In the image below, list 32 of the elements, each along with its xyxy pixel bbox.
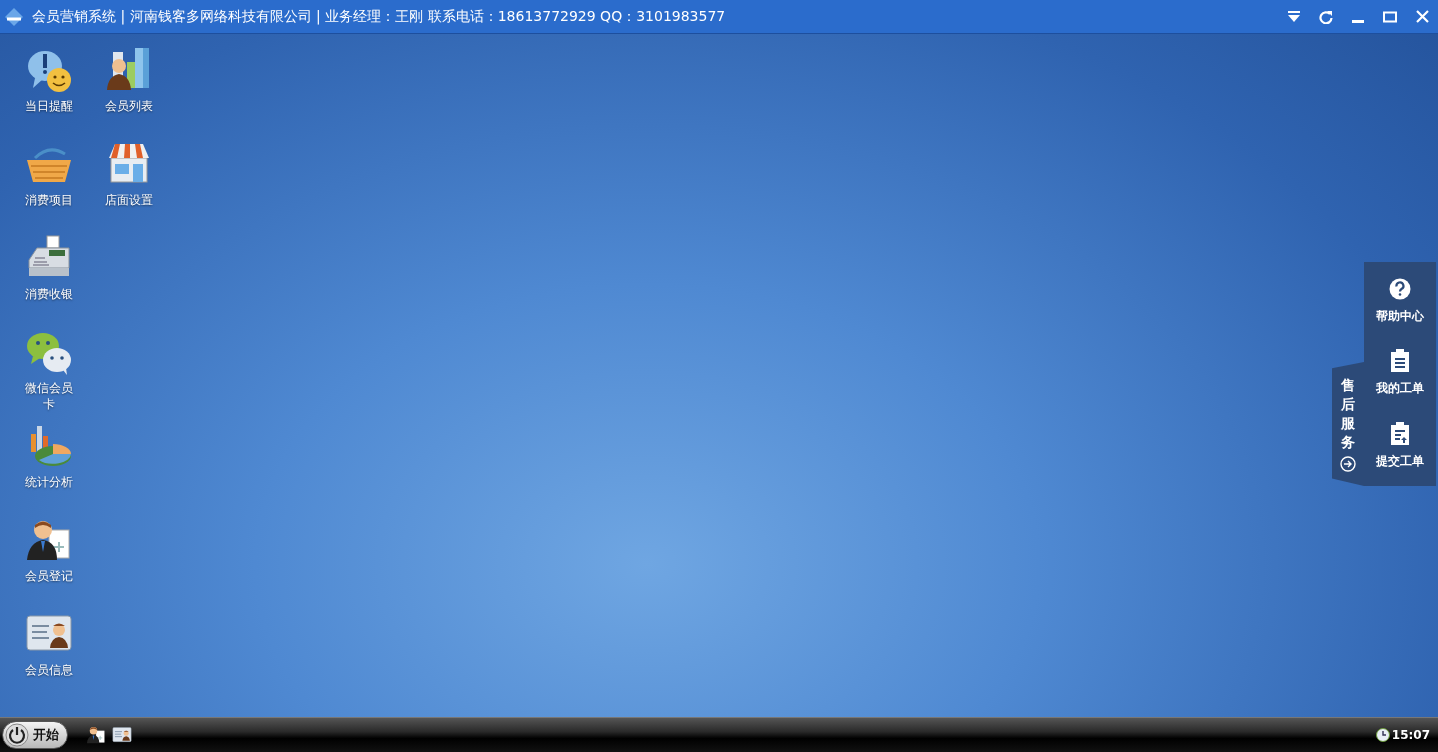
window-title: 会员营销系统 | 河南钱客多网络科技有限公司 | 业务经理：王刚 联系电话：18613772929 QQ：3101983577 xyxy=(32,7,727,26)
service-item[interactable]: 我的工单 xyxy=(1364,348,1436,398)
service-item[interactable]: 提交工单 xyxy=(1364,421,1436,471)
taskbar-app-button[interactable] xyxy=(86,725,106,745)
desktop-shortcut[interactable]: 消费项目 xyxy=(10,138,88,232)
desktop-shortcut[interactable]: 会员信息 xyxy=(10,608,88,702)
arrow-circle-icon xyxy=(1340,455,1356,472)
person-clipboard-icon xyxy=(86,725,106,745)
minimize-icon xyxy=(1352,19,1364,23)
desktop-shortcut[interactable]: 消费收银 xyxy=(10,232,88,326)
clipboard-icon xyxy=(1391,348,1409,373)
desktop-shortcut[interactable]: 微信会员卡 xyxy=(10,326,88,420)
refresh-icon xyxy=(1319,9,1333,24)
clock-icon xyxy=(1375,728,1390,742)
power-icon xyxy=(5,723,29,747)
clock-time: 15:07 xyxy=(1391,728,1430,742)
desktop-shortcut[interactable]: 当日提醒 xyxy=(10,44,88,138)
taskbar-app-button[interactable] xyxy=(112,725,132,745)
desktop-shortcut[interactable]: 会员列表 xyxy=(90,44,168,138)
id-card-icon xyxy=(112,725,132,745)
desktop-shortcut[interactable]: 店面设置 xyxy=(90,138,168,232)
caret-icon xyxy=(1287,9,1301,24)
after-sales-tab[interactable]: 售后服务 xyxy=(1332,362,1364,486)
start-button[interactable]: 开始 xyxy=(2,721,68,749)
service-item[interactable]: 帮助中心 xyxy=(1364,277,1436,325)
desktop-shortcut[interactable]: 统计分析 xyxy=(10,420,88,514)
diamond-logo-icon xyxy=(4,6,24,27)
help-icon xyxy=(1389,277,1411,300)
desktop-shortcut[interactable]: 会员登记 xyxy=(10,514,88,608)
maximize-icon xyxy=(1383,10,1397,23)
close-icon xyxy=(1415,10,1429,23)
clipboard-upload-icon xyxy=(1391,421,1409,446)
